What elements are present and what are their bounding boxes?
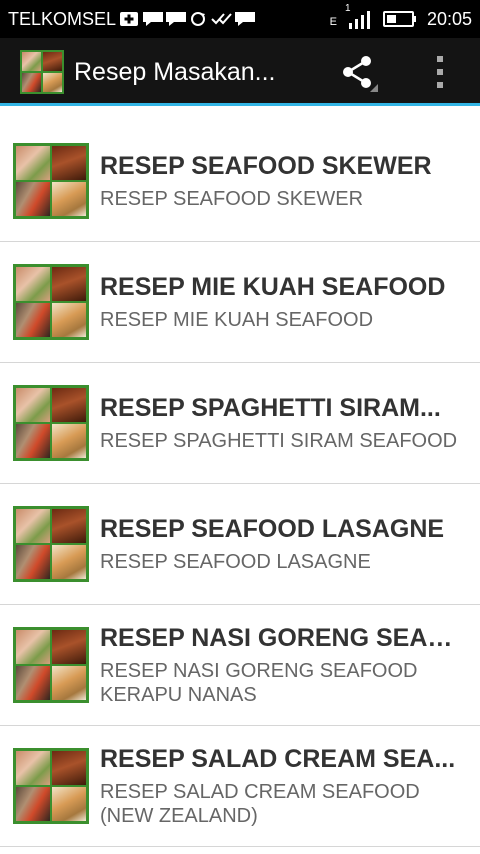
list-item-text: RESEP SEAFOOD SKEWER RESEP SEAFOOD SKEWE… [100, 151, 480, 211]
food-photo [16, 545, 50, 579]
recipe-subtitle: RESEP SEAFOOD LASAGNE [100, 551, 371, 573]
food-photo [43, 73, 62, 92]
status-right: E 1 20:05 [330, 3, 472, 30]
recipe-subtitle: RESEP NASI GORENG SEAFOOD KERAPU NANAS [100, 660, 418, 706]
food-photo [16, 146, 50, 180]
share-icon [343, 56, 378, 92]
food-photo [52, 146, 86, 180]
network-type-label: E [330, 16, 337, 28]
food-photo [52, 388, 86, 422]
plus-notification-icon [119, 11, 139, 27]
food-photo [52, 182, 86, 216]
network-type-text: E [329, 16, 337, 28]
list-item[interactable]: RESEP SPAGHETTI SIRAM... RESEP SPAGHETTI… [0, 363, 480, 484]
list-item-text: RESEP NASI GORENG SEAF... RESEP NASI GOR… [100, 623, 480, 707]
food-photo [52, 666, 86, 700]
food-photo [16, 388, 50, 422]
food-photo [16, 182, 50, 216]
recipe-thumbnail [13, 143, 89, 219]
food-photo [43, 52, 62, 71]
list-item[interactable]: RESEP MIE KUAH SEAFOOD RESEP MIE KUAH SE… [0, 242, 480, 363]
food-photo [52, 267, 86, 301]
recipe-title: RESEP NASI GORENG SEAF... [100, 624, 460, 652]
share-button[interactable] [328, 42, 388, 102]
battery-icon [382, 10, 417, 28]
food-photo [22, 73, 41, 92]
list-item[interactable]: RESEP NASI GORENG SEAF... RESEP NASI GOR… [0, 605, 480, 726]
food-photo [16, 630, 50, 664]
food-photo [16, 303, 50, 337]
food-photo [16, 666, 50, 700]
recipe-thumbnail [13, 627, 89, 703]
list-item-text: RESEP MIE KUAH SEAFOOD RESEP MIE KUAH SE… [100, 272, 480, 332]
recipe-thumbnail [13, 385, 89, 461]
food-photo [16, 787, 50, 821]
list-item[interactable]: RESEP SEAFOOD SKEWER RESEP SEAFOOD SKEWE… [0, 121, 480, 242]
recipe-list: RESEP SEAFOOD SKEWER RESEP SEAFOOD SKEWE… [0, 121, 480, 847]
food-photo [52, 787, 86, 821]
more-vertical-icon [437, 56, 443, 88]
food-photo [52, 509, 86, 543]
food-photo [16, 267, 50, 301]
overflow-menu-button[interactable] [410, 42, 470, 102]
list-item-text: RESEP SALAD CREAM SEA... RESEP SALAD CRE… [100, 744, 480, 828]
sync-icon [188, 11, 208, 27]
food-photo [52, 751, 86, 785]
list-item-text: RESEP SEAFOOD LASAGNE RESEP SEAFOOD LASA… [100, 514, 480, 574]
list-item-text: RESEP SPAGHETTI SIRAM... RESEP SPAGHETTI… [100, 393, 480, 453]
app-title: Resep Masakan... [74, 57, 276, 86]
message-notification-icon [234, 11, 256, 27]
recipe-subtitle: RESEP SEAFOOD SKEWER [100, 188, 364, 210]
action-bar: Resep Masakan... [0, 38, 480, 106]
recipe-subtitle: RESEP SALAD CREAM SEAFOOD (NEW ZEALAND) [100, 781, 420, 827]
recipe-title: RESEP SALAD CREAM SEA... [100, 745, 456, 773]
recipe-subtitle: RESEP SPAGHETTI SIRAM SEAFOOD [100, 430, 458, 452]
recipe-thumbnail [13, 506, 89, 582]
recipe-title: RESEP MIE KUAH SEAFOOD [100, 273, 446, 301]
food-photo [52, 303, 86, 337]
double-check-icon [211, 11, 232, 27]
carrier-label: TELKOMSEL [8, 8, 117, 29]
recipe-title: RESEP SEAFOOD LASAGNE [100, 515, 445, 543]
food-photo [52, 424, 86, 458]
food-photo [52, 630, 86, 664]
recipe-thumbnail [13, 748, 89, 824]
food-photo [16, 509, 50, 543]
signal-badge: 1 [344, 3, 351, 14]
message-notification-icon [142, 11, 164, 27]
clock-label: 20:05 [426, 8, 472, 29]
recipe-subtitle: RESEP MIE KUAH SEAFOOD [100, 309, 374, 331]
food-photo [16, 424, 50, 458]
list-item[interactable]: RESEP SALAD CREAM SEA... RESEP SALAD CRE… [0, 726, 480, 847]
recipe-thumbnail [13, 264, 89, 340]
status-bar: TELKOMSEL E 1 20:05 [0, 0, 480, 38]
list-item[interactable]: RESEP SEAFOOD LASAGNE RESEP SEAFOOD LASA… [0, 484, 480, 605]
signal-icon: 1 [345, 3, 373, 29]
food-photo [22, 52, 41, 71]
status-left: TELKOMSEL [8, 8, 256, 30]
message-notification-icon [165, 11, 187, 27]
food-photo [52, 545, 86, 579]
recipe-title: RESEP SEAFOOD SKEWER [100, 152, 432, 180]
app-icon[interactable] [20, 50, 64, 94]
recipe-title: RESEP SPAGHETTI SIRAM... [100, 394, 441, 422]
food-photo [16, 751, 50, 785]
